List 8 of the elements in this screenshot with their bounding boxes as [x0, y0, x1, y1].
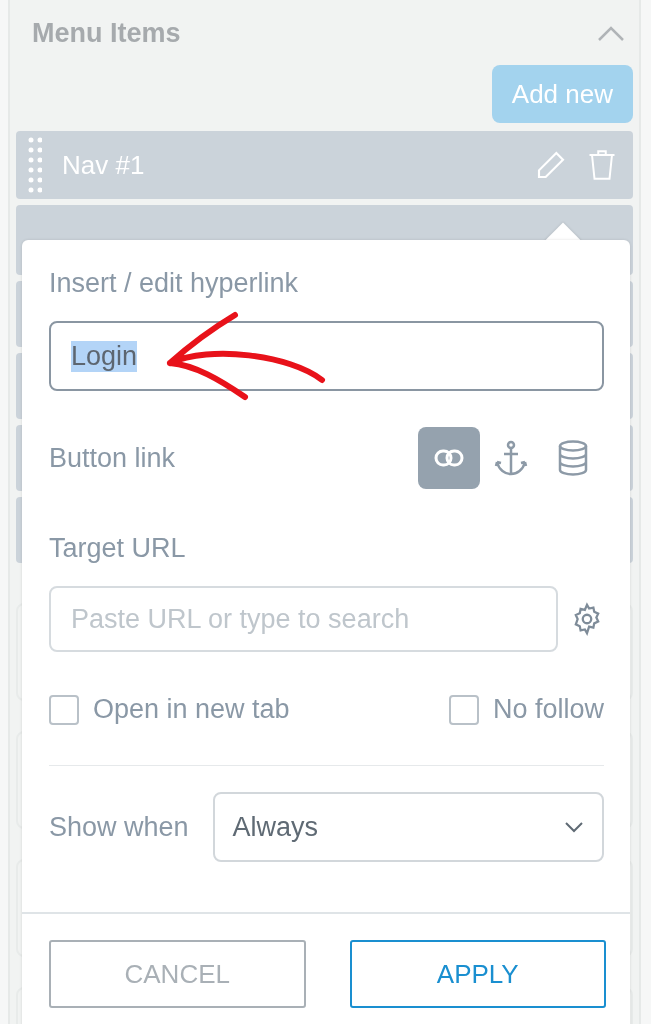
checkbox-label: Open in new tab — [93, 694, 290, 725]
button-link-label: Button link — [49, 442, 176, 474]
target-url-label: Target URL — [49, 533, 187, 564]
checkbox-label: No follow — [492, 694, 604, 725]
show-when-label: Show when — [49, 811, 189, 843]
selected-text: Login — [71, 340, 138, 372]
popover-title: Insert / edit hyperlink — [49, 268, 300, 299]
panel-title: Menu Items — [32, 18, 181, 49]
